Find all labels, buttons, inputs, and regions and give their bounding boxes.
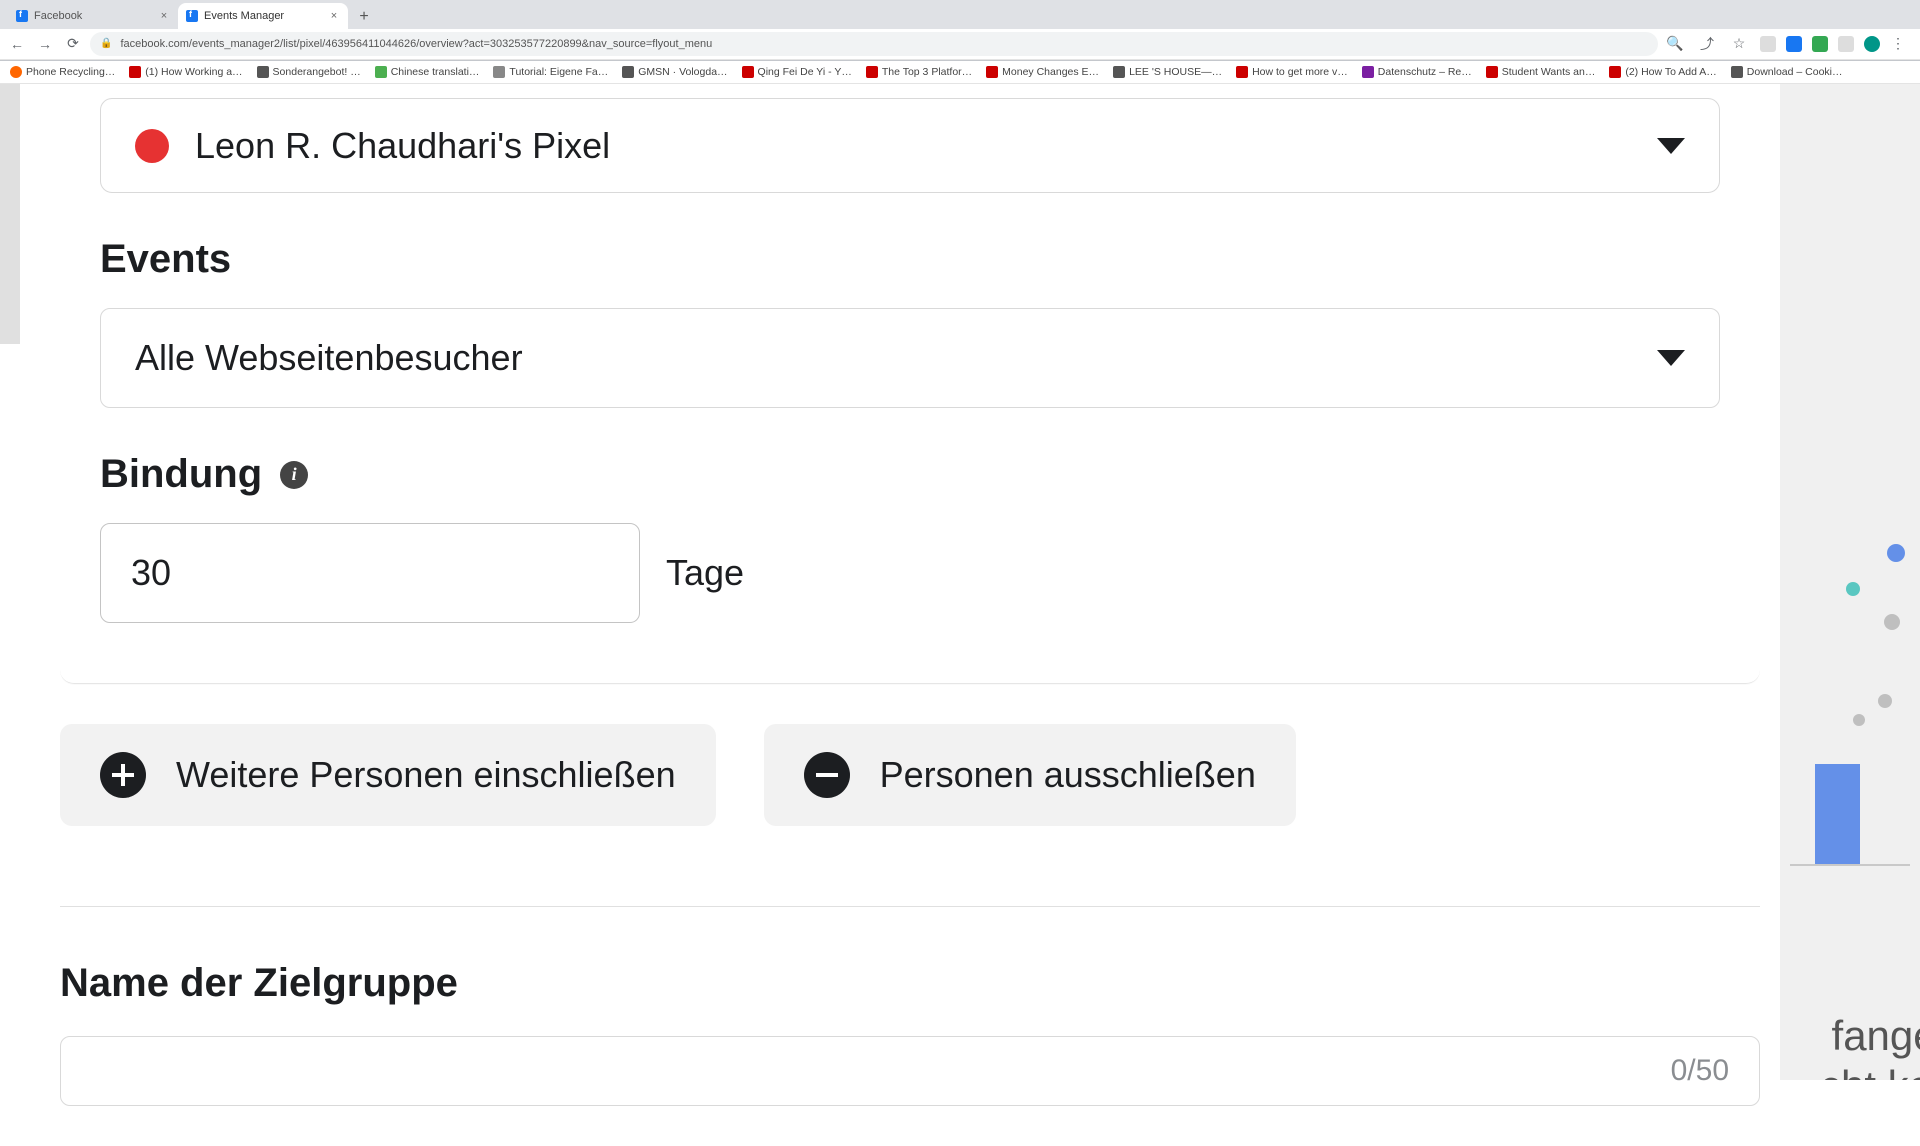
star-icon[interactable]: ☆ <box>1728 33 1750 55</box>
close-tab-icon[interactable]: × <box>328 10 340 22</box>
decorative-dot <box>1878 694 1892 708</box>
decorative-dot <box>1887 544 1905 562</box>
bookmark-favicon <box>1362 66 1374 78</box>
divider <box>60 906 1760 907</box>
tab-label: Events Manager <box>204 10 322 22</box>
profile-avatar[interactable] <box>1864 36 1880 52</box>
tab-facebook[interactable]: Facebook × <box>8 3 178 29</box>
extension-icon[interactable] <box>1812 36 1828 52</box>
bookmark-favicon <box>1731 66 1743 78</box>
extension-icon[interactable] <box>1786 36 1802 52</box>
toolbar-icons: 🔍 ⤴ ☆ ⋮ <box>1664 33 1914 55</box>
bookmark-item[interactable]: Download – Cooki… <box>1731 66 1843 78</box>
zoom-icon[interactable]: 🔍 <box>1664 33 1686 55</box>
info-icon[interactable]: i <box>280 461 308 489</box>
back-button[interactable]: ← <box>6 33 28 55</box>
share-icon[interactable]: ⤴ <box>1696 33 1718 55</box>
decorative-line <box>1790 864 1910 866</box>
bookmark-favicon <box>1236 66 1248 78</box>
retention-unit-label: Tage <box>666 552 744 594</box>
bookmark-favicon <box>129 66 141 78</box>
tab-strip: Facebook × Events Manager × + <box>0 0 1920 29</box>
bookmark-favicon <box>986 66 998 78</box>
page-content: fangen cht korr Leon R. Chaudhari's Pixe… <box>0 84 1920 1080</box>
extension-icon[interactable] <box>1760 36 1776 52</box>
audience-name-heading: Name der Zielgruppe <box>60 961 1760 1006</box>
include-button-label: Weitere Personen einschließen <box>176 754 676 796</box>
bookmark-favicon <box>10 66 22 78</box>
decorative-graphic <box>1780 504 1920 904</box>
pixel-status-icon <box>135 129 169 163</box>
background-text: cht korr <box>1820 1062 1920 1080</box>
bookmark-item[interactable]: GMSN · Vologda… <box>622 66 727 78</box>
close-tab-icon[interactable]: × <box>158 10 170 22</box>
source-label: Leon R. Chaudhari's Pixel <box>195 125 610 167</box>
decorative-dot <box>1853 714 1865 726</box>
bookmark-item[interactable]: (2) How To Add A… <box>1609 66 1716 78</box>
bookmark-item[interactable]: Chinese translati… <box>375 66 480 78</box>
minus-icon <box>804 752 850 798</box>
browser-toolbar: ← → ⟳ 🔒 facebook.com/events_manager2/lis… <box>0 29 1920 60</box>
new-tab-button[interactable]: + <box>352 5 376 29</box>
bookmark-favicon <box>375 66 387 78</box>
bookmark-item[interactable]: Sonderangebot! … <box>257 66 361 78</box>
exclude-button-label: Personen ausschließen <box>880 754 1256 796</box>
bookmark-favicon <box>257 66 269 78</box>
bookmark-favicon <box>622 66 634 78</box>
char-counter: 0/50 <box>1671 1054 1729 1088</box>
decorative-dot <box>1884 614 1900 630</box>
include-more-button[interactable]: Weitere Personen einschließen <box>60 724 716 826</box>
bookmark-favicon <box>866 66 878 78</box>
bookmark-favicon <box>1609 66 1621 78</box>
bookmark-item[interactable]: Qing Fei De Yi - Y… <box>742 66 852 78</box>
url-text: facebook.com/events_manager2/list/pixel/… <box>120 38 1648 50</box>
decorative-dot <box>1846 582 1860 596</box>
action-row: Weitere Personen einschließen Personen a… <box>60 724 1760 826</box>
browser-chrome: Facebook × Events Manager × + ← → ⟳ 🔒 fa… <box>0 0 1920 61</box>
left-gutter <box>0 84 20 1080</box>
audience-form: Leon R. Chaudhari's Pixel Events Alle We… <box>60 84 1760 1146</box>
bookmark-favicon <box>1486 66 1498 78</box>
menu-dots-icon[interactable]: ⋮ <box>1890 36 1906 52</box>
bookmark-favicon <box>742 66 754 78</box>
retention-input[interactable] <box>100 523 640 623</box>
background-text: fangen <box>1832 1012 1920 1060</box>
bookmark-item[interactable]: Phone Recycling… <box>10 66 115 78</box>
bookmark-favicon <box>1113 66 1125 78</box>
bookmarks-bar: Phone Recycling… (1) How Working a… Sond… <box>0 61 1920 84</box>
background-panel: fangen cht korr <box>1780 84 1920 1080</box>
events-heading: Events <box>100 237 1720 282</box>
source-selector[interactable]: Leon R. Chaudhari's Pixel <box>100 98 1720 193</box>
bookmark-favicon <box>493 66 505 78</box>
bookmark-item[interactable]: (1) How Working a… <box>129 66 242 78</box>
bookmark-item[interactable]: Tutorial: Eigene Fa… <box>493 66 608 78</box>
bookmark-item[interactable]: Student Wants an… <box>1486 66 1596 78</box>
bookmark-item[interactable]: Datenschutz – Re… <box>1362 66 1472 78</box>
tab-label: Facebook <box>34 10 152 22</box>
forward-button[interactable]: → <box>34 33 56 55</box>
tab-events-manager[interactable]: Events Manager × <box>178 3 348 29</box>
criteria-card: Leon R. Chaudhari's Pixel Events Alle We… <box>60 98 1760 684</box>
chevron-down-icon <box>1657 350 1685 366</box>
facebook-favicon <box>16 10 28 22</box>
audience-name-input[interactable]: 0/50 <box>60 1036 1760 1106</box>
facebook-favicon <box>186 10 198 22</box>
bookmark-item[interactable]: How to get more v… <box>1236 66 1348 78</box>
events-selector[interactable]: Alle Webseitenbesucher <box>100 308 1720 408</box>
bookmark-item[interactable]: LEE 'S HOUSE—… <box>1113 66 1222 78</box>
extensions-puzzle-icon[interactable] <box>1838 36 1854 52</box>
plus-icon <box>100 752 146 798</box>
decorative-bar <box>1815 764 1860 864</box>
reload-button[interactable]: ⟳ <box>62 33 84 55</box>
retention-heading: Bindung <box>100 452 262 497</box>
bookmark-item[interactable]: Money Changes E… <box>986 66 1099 78</box>
exclude-button[interactable]: Personen ausschließen <box>764 724 1296 826</box>
lock-icon: 🔒 <box>100 38 112 49</box>
bookmark-item[interactable]: The Top 3 Platfor… <box>866 66 972 78</box>
chevron-down-icon <box>1657 138 1685 154</box>
address-bar[interactable]: 🔒 facebook.com/events_manager2/list/pixe… <box>90 32 1658 56</box>
events-selected-label: Alle Webseitenbesucher <box>135 337 523 379</box>
